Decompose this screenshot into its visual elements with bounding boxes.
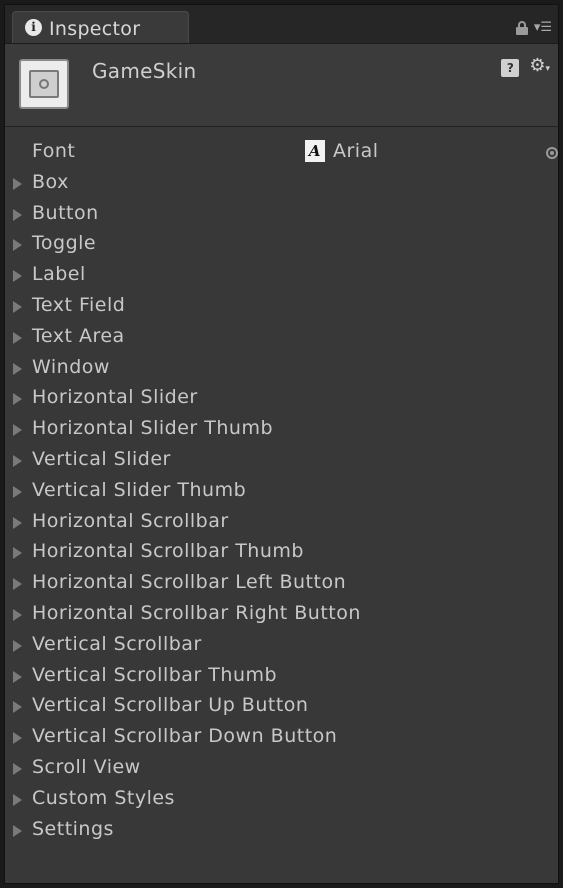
foldout-arrow-icon[interactable] xyxy=(13,578,22,591)
foldout-row[interactable]: Toggle xyxy=(5,229,558,260)
foldout-arrow-icon[interactable] xyxy=(13,762,22,775)
foldout-row[interactable]: Settings xyxy=(5,815,558,846)
foldout-label: Horizontal Scrollbar Right Button xyxy=(32,601,361,624)
foldout-row[interactable]: Horizontal Scrollbar Right Button xyxy=(5,599,558,630)
foldout-label: Text Field xyxy=(32,293,126,316)
gear-icon[interactable]: ⚙▾ xyxy=(529,57,550,78)
foldout-label: Horizontal Scrollbar Left Button xyxy=(32,571,347,594)
foldout-arrow-icon[interactable] xyxy=(13,485,22,498)
foldout-row[interactable]: Vertical Scrollbar Down Button xyxy=(5,722,558,753)
foldout-arrow-icon[interactable] xyxy=(13,208,22,221)
object-picker-icon[interactable] xyxy=(546,147,558,159)
foldout-row[interactable]: Custom Styles xyxy=(5,784,558,815)
foldout-row[interactable]: Text Area xyxy=(5,322,558,353)
foldout-label: Box xyxy=(32,170,69,193)
foldout-label: Window xyxy=(32,355,110,378)
foldout-label: Horizontal Scrollbar xyxy=(32,509,229,532)
foldout-label: Horizontal Scrollbar Thumb xyxy=(32,540,304,563)
foldout-arrow-icon[interactable] xyxy=(13,639,22,652)
asset-header: GameSkin ? ⚙▾ xyxy=(5,44,558,126)
style-list: Box Button Toggle Label Text Field Text Area W… xyxy=(5,168,558,846)
foldout-label: Text Area xyxy=(32,324,125,347)
inspector-window: i Inspector ▾☰ GameSkin ? ⚙▾ Font A Aria… xyxy=(4,4,559,884)
foldout-row[interactable]: Label xyxy=(5,260,558,291)
foldout-row[interactable]: Window xyxy=(5,353,558,384)
foldout-arrow-icon[interactable] xyxy=(13,300,22,313)
foldout-arrow-icon[interactable] xyxy=(13,516,22,529)
foldout-arrow-icon[interactable] xyxy=(13,424,22,437)
font-label: Font xyxy=(32,140,76,162)
font-field[interactable]: A Arial xyxy=(305,140,379,162)
foldout-row[interactable]: Vertical Scrollbar Up Button xyxy=(5,691,558,722)
foldout-label: Toggle xyxy=(32,232,97,255)
foldout-arrow-icon[interactable] xyxy=(13,454,22,467)
divider xyxy=(5,126,558,127)
tab-bar: i Inspector ▾☰ xyxy=(5,5,558,44)
font-value: Arial xyxy=(333,140,379,162)
foldout-label: Horizontal Slider xyxy=(32,386,198,409)
tab-inspector[interactable]: i Inspector xyxy=(12,11,189,43)
foldout-arrow-icon[interactable] xyxy=(13,793,22,806)
foldout-arrow-icon[interactable] xyxy=(13,239,22,252)
guiskin-icon xyxy=(19,59,69,109)
foldout-row[interactable]: Horizontal Scrollbar xyxy=(5,507,558,538)
header-icons: ? ⚙▾ xyxy=(501,57,550,78)
foldout-row[interactable]: Scroll View xyxy=(5,753,558,784)
foldout-arrow-icon[interactable] xyxy=(13,732,22,745)
font-row: Font A Arial xyxy=(5,137,558,168)
foldout-label: Scroll View xyxy=(32,755,141,778)
foldout-arrow-icon[interactable] xyxy=(13,701,22,714)
foldout-label: Vertical Slider xyxy=(32,447,171,470)
foldout-arrow-icon[interactable] xyxy=(13,608,22,621)
foldout-row[interactable]: Horizontal Scrollbar Left Button xyxy=(5,568,558,599)
property-list: Font A Arial Box Button Toggle Label Text Fi… xyxy=(5,137,558,845)
foldout-row[interactable]: Horizontal Scrollbar Thumb xyxy=(5,537,558,568)
foldout-label: Settings xyxy=(32,817,114,840)
foldout-arrow-icon[interactable] xyxy=(13,547,22,560)
tab-menu-icon[interactable]: ▾☰ xyxy=(534,21,552,35)
foldout-row[interactable]: Vertical Scrollbar Thumb xyxy=(5,661,558,692)
foldout-arrow-icon[interactable] xyxy=(13,270,22,283)
foldout-label: Button xyxy=(32,201,99,224)
foldout-label: Label xyxy=(32,263,86,286)
foldout-label: Vertical Slider Thumb xyxy=(32,478,247,501)
font-asset-icon: A xyxy=(305,140,325,162)
help-icon[interactable]: ? xyxy=(501,58,520,77)
info-icon: i xyxy=(25,19,42,36)
asset-name: GameSkin xyxy=(92,59,197,83)
foldout-arrow-icon[interactable] xyxy=(13,670,22,683)
foldout-label: Horizontal Slider Thumb xyxy=(32,417,274,440)
foldout-row[interactable]: Vertical Slider Thumb xyxy=(5,476,558,507)
foldout-row[interactable]: Box xyxy=(5,168,558,199)
foldout-arrow-icon[interactable] xyxy=(13,331,22,344)
foldout-arrow-icon[interactable] xyxy=(13,393,22,406)
foldout-arrow-icon[interactable] xyxy=(13,177,22,190)
foldout-label: Vertical Scrollbar Up Button xyxy=(32,694,309,717)
foldout-label: Custom Styles xyxy=(32,786,175,809)
foldout-row[interactable]: Vertical Scrollbar xyxy=(5,630,558,661)
tab-controls: ▾☰ xyxy=(515,19,552,37)
foldout-label: Vertical Scrollbar Thumb xyxy=(32,663,278,686)
foldout-label: Vertical Scrollbar xyxy=(32,632,202,655)
foldout-row[interactable]: Button xyxy=(5,199,558,230)
foldout-arrow-icon[interactable] xyxy=(13,824,22,837)
lock-icon[interactable] xyxy=(515,21,528,35)
foldout-row[interactable]: Horizontal Slider Thumb xyxy=(5,414,558,445)
foldout-label: Vertical Scrollbar Down Button xyxy=(32,725,338,748)
foldout-row[interactable]: Horizontal Slider xyxy=(5,383,558,414)
foldout-row[interactable]: Text Field xyxy=(5,291,558,322)
tab-label: Inspector xyxy=(49,18,141,40)
foldout-row[interactable]: Vertical Slider xyxy=(5,445,558,476)
foldout-arrow-icon[interactable] xyxy=(13,362,22,375)
